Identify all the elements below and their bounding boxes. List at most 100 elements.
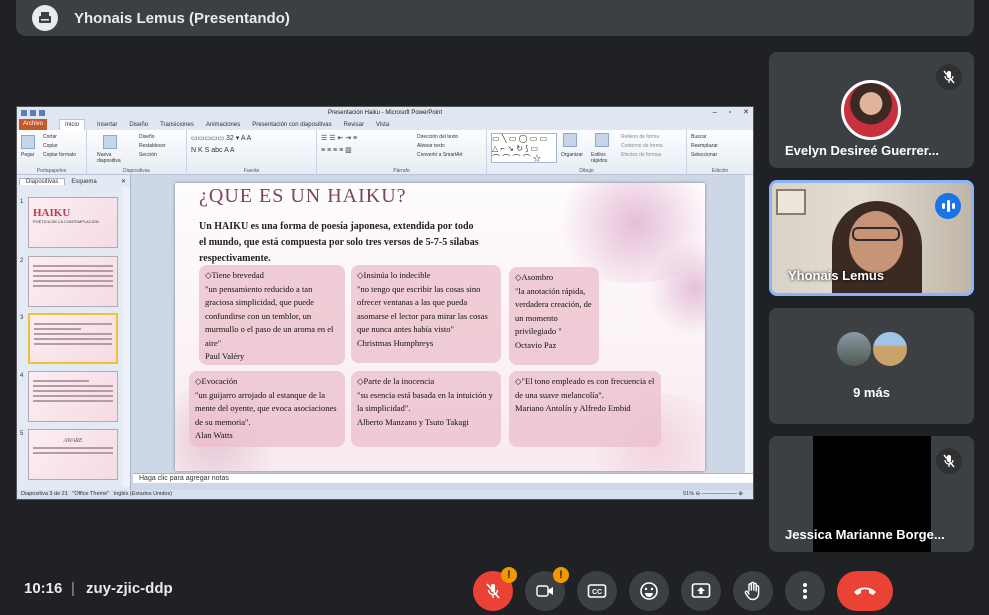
shapes-gallery[interactable]: ▭ ╲ ▭ ◯ ▭ ▭ △ ⌐ ↘ ↻ ⟆ ▭ ⌒ ⌒ ⌒ ⌒ ☆	[491, 133, 557, 163]
captions-button[interactable]: CC	[577, 571, 617, 611]
group-diapositivas: Nueva diapositiva Diseño Restablecer Sec…	[87, 130, 187, 175]
arrange-icon[interactable]	[563, 133, 577, 147]
ppt-titlebar: Presentación Haiku - Microsoft PowerPoin…	[17, 107, 753, 119]
tab-transiciones[interactable]: Transiciones	[160, 122, 194, 128]
tab-inicio[interactable]: Inicio	[59, 119, 86, 130]
list-buttons[interactable]: ☰ ☰ ⇤ ⇥ ≡	[321, 133, 357, 145]
participant-tile[interactable]: Evelyn Desireé Guerrer...	[769, 52, 974, 168]
align-buttons[interactable]: ≡ ≡ ≡ ≡ ▥	[321, 145, 357, 157]
haiku-card: ◇"El tono empleado es con frecuencia el …	[509, 371, 661, 447]
slide-thumbnail-selected[interactable]	[28, 313, 118, 364]
card-heading: ◇Parte de la inocencia	[357, 376, 435, 386]
meeting-code[interactable]: zuy-zjic-ddp	[86, 580, 173, 597]
format-painter-button[interactable]: Copiar formato	[43, 151, 76, 160]
camera-toggle-button[interactable]: !	[525, 567, 569, 611]
video-face	[849, 211, 903, 273]
end-call-button[interactable]	[837, 571, 893, 611]
slide-canvas[interactable]: ¿QUE ES UN HAIKU? Un HAIKU es una forma …	[175, 183, 705, 471]
tab-presentacion[interactable]: Presentación con diapositivas	[252, 122, 331, 128]
smartart-button[interactable]: Convertir a SmartArt	[417, 151, 463, 160]
ribbon-tabs: Archivo Inicio Insertar Diseño Transicio…	[17, 119, 753, 130]
close-panel-icon[interactable]: ✕	[115, 178, 130, 185]
slide-thumbnail[interactable]: HAIKU POÉTICA DE LA CONTEMPLACIÓN	[28, 197, 118, 248]
mic-toggle-button[interactable]: !	[473, 567, 517, 611]
card-quote: "su esencia está basada en la intuición …	[357, 389, 493, 414]
shape-outline-button[interactable]: Contorno de forma	[621, 142, 663, 151]
thumb-title: HAIKU	[33, 207, 71, 219]
tab-vista[interactable]: Vista	[376, 122, 389, 128]
font-format-buttons[interactable]: N K S abc A A	[191, 145, 251, 157]
align-text-button[interactable]: Alinear texto	[417, 142, 463, 151]
tab-diapositivas[interactable]: Diapositivas	[19, 178, 66, 185]
svg-text:CC: CC	[592, 589, 602, 596]
tab-revisar[interactable]: Revisar	[344, 122, 364, 128]
meeting-time: 10:16	[24, 580, 63, 597]
tab-animaciones[interactable]: Animaciones	[206, 122, 240, 128]
thumb-content	[33, 380, 113, 402]
group-dibujo: ▭ ╲ ▭ ◯ ▭ ▭ △ ⌐ ↘ ↻ ⟆ ▭ ⌒ ⌒ ⌒ ⌒ ☆ Organiza…	[487, 130, 687, 175]
paste-icon[interactable]	[21, 135, 35, 149]
thumb-number: 4	[20, 373, 24, 379]
quick-styles-button[interactable]: Estilos rápidos	[591, 152, 613, 164]
new-slide-button[interactable]: Nueva diapositiva	[97, 152, 127, 164]
raise-hand-button[interactable]	[733, 571, 773, 611]
participant-tile-more[interactable]: 9 más	[769, 308, 974, 424]
new-slide-icon[interactable]	[103, 135, 117, 149]
participant-tile[interactable]: Jessica Marianne Borge...	[769, 436, 974, 552]
avatar	[835, 330, 873, 368]
card-author: Mariano Antolín y Alfredo Embid	[515, 403, 631, 413]
shape-effects-button[interactable]: Efectos de formas	[621, 151, 663, 160]
copy-button[interactable]: Copiar	[43, 142, 76, 151]
participant-tile-speaking[interactable]: Yhonais Lemus	[769, 180, 974, 296]
layout-button[interactable]: Diseño	[139, 133, 166, 142]
haiku-card: ◇Insinúa lo indecible "no tengo que escr…	[351, 265, 501, 363]
group-label: Párrafo	[393, 168, 410, 174]
font-selector[interactable]: ▭▭▭▭▭ 32 ▾ A A	[191, 133, 251, 145]
cut-button[interactable]: Cortar	[43, 133, 76, 142]
presenter-bar: Yhonais Lemus (Presentando)	[16, 0, 974, 36]
replace-button[interactable]: Reemplazar	[691, 142, 718, 151]
more-options-button[interactable]	[785, 571, 825, 611]
select-button[interactable]: Seleccionar	[691, 151, 718, 160]
slide-thumbnail[interactable]	[28, 256, 118, 307]
captions-icon: CC	[587, 584, 607, 598]
slide-thumbnail[interactable]	[28, 371, 118, 422]
thumb-number: 1	[20, 199, 24, 205]
card-author: Alan Watts	[195, 430, 233, 440]
glasses-icon	[852, 227, 900, 241]
card-heading: ◇Asombro	[515, 272, 554, 282]
participant-name: Evelyn Desireé Guerrer...	[785, 143, 939, 158]
quick-styles-icon[interactable]	[595, 133, 609, 147]
group-fuente: ▭▭▭▭▭ 32 ▾ A A N K S abc A A Fuente	[187, 130, 317, 175]
find-button[interactable]: Buscar	[691, 133, 718, 142]
tab-diseno[interactable]: Diseño	[129, 122, 148, 128]
zoom-level[interactable]: 51% ⊖ ───────── ⊕	[683, 490, 743, 499]
group-label: Dibujo	[579, 168, 594, 174]
tab-insertar[interactable]: Insertar	[97, 122, 117, 128]
section-button[interactable]: Sección	[139, 151, 166, 160]
arrange-button[interactable]: Organizar	[561, 152, 583, 158]
slide-scrollbar[interactable]	[745, 175, 753, 473]
shape-fill-button[interactable]: Relleno de forma	[621, 133, 663, 142]
speaking-indicator-icon	[935, 193, 961, 219]
paste-button[interactable]: Pegar	[21, 152, 34, 158]
card-heading: ◇Insinúa lo indecible	[357, 270, 431, 280]
tab-archivo[interactable]: Archivo	[19, 119, 48, 130]
slide-thumbnail[interactable]: AWARE	[28, 429, 118, 480]
mic-off-icon	[486, 583, 500, 599]
present-now-button[interactable]	[681, 571, 721, 611]
shared-screen[interactable]: Presentación Haiku - Microsoft PowerPoin…	[16, 106, 754, 500]
reset-button[interactable]: Restablecer	[139, 142, 166, 151]
notes-pane[interactable]: Haga clic para agregar notas	[133, 473, 753, 483]
meet-window: Yhonais Lemus (Presentando) Presentación…	[0, 0, 989, 615]
participant-name: Jessica Marianne Borge...	[785, 527, 945, 542]
text-direction-button[interactable]: Dirección del texto	[417, 133, 463, 142]
thumbnails-scrollbar[interactable]	[122, 187, 130, 487]
close-icon: ✕	[743, 109, 749, 116]
thumb-content	[33, 447, 113, 454]
window-controls[interactable]: – ▫ ✕	[713, 107, 749, 119]
tab-esquema[interactable]: Esquema	[65, 179, 102, 185]
reactions-button[interactable]	[629, 571, 669, 611]
slide-intro: Un HAIKU es una forma de poesía japonesa…	[199, 221, 479, 264]
card-heading: ◇Tiene brevedad	[205, 270, 264, 280]
